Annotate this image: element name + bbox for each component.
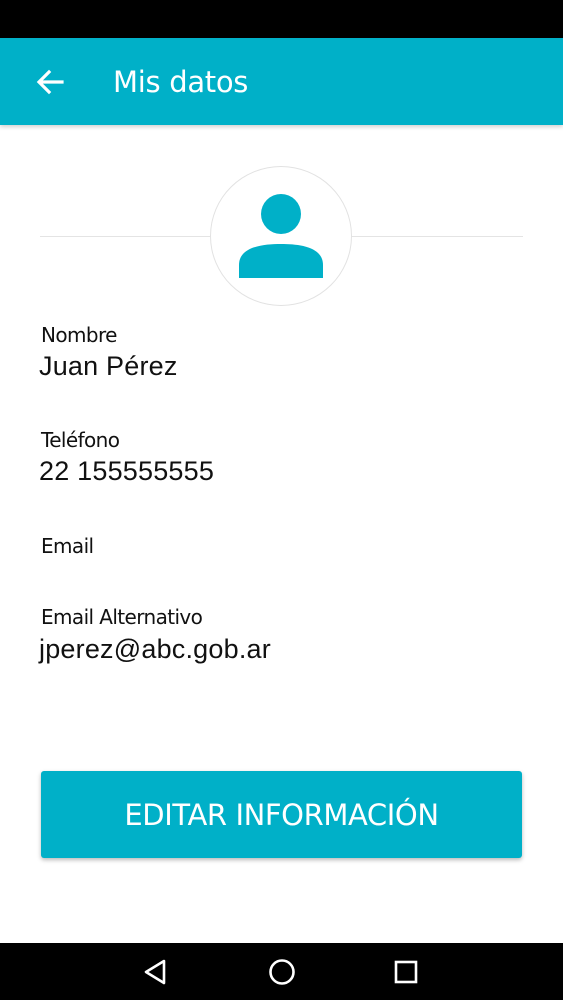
email-alternativo-label: Email Alternativo xyxy=(41,605,203,629)
nombre-label: Nombre xyxy=(41,323,117,347)
back-button[interactable] xyxy=(28,62,72,102)
nav-recents-button[interactable] xyxy=(384,951,428,993)
system-nav-bar xyxy=(0,943,563,1000)
app-bar: Mis datos xyxy=(0,38,563,125)
email-label: Email xyxy=(41,534,94,558)
telefono-value: 22 155555555 xyxy=(39,456,215,486)
home-circle-icon xyxy=(269,959,295,985)
nombre-value: Juan Pérez xyxy=(39,351,178,381)
recents-square-icon xyxy=(394,960,418,984)
page-title: Mis datos xyxy=(113,65,249,99)
person-icon xyxy=(239,194,323,278)
back-triangle-icon xyxy=(144,959,166,985)
nav-home-button[interactable] xyxy=(260,951,304,993)
telefono-label: Teléfono xyxy=(41,428,120,452)
email-alternativo-value: jperez@abc.gob.ar xyxy=(39,634,271,664)
avatar xyxy=(210,166,352,306)
arrow-left-icon xyxy=(36,69,64,95)
nav-back-button[interactable] xyxy=(134,951,178,993)
edit-information-label: EDITAR INFORMACIÓN xyxy=(124,797,439,832)
status-bar xyxy=(0,0,563,38)
edit-information-button[interactable]: EDITAR INFORMACIÓN xyxy=(41,771,522,858)
